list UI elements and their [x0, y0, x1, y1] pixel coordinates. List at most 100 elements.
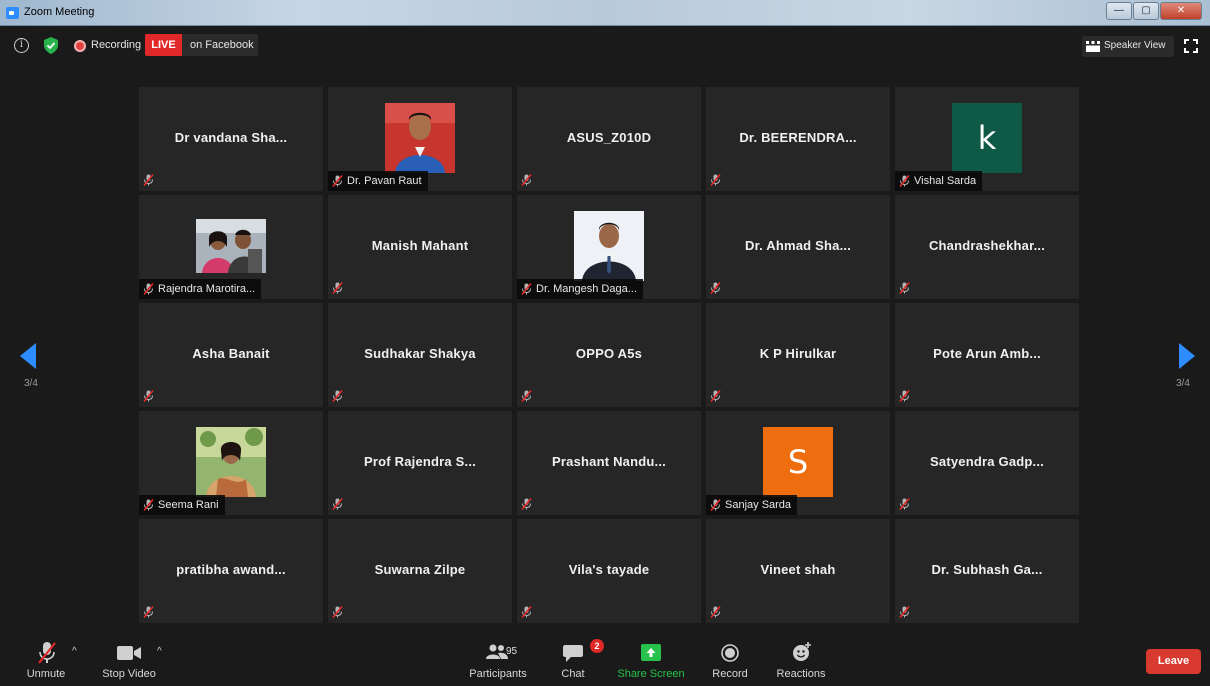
chat-button[interactable]: 2 Chat [548, 636, 604, 686]
live-streaming-badge[interactable]: LIVE on Facebook [145, 34, 258, 56]
participants-button[interactable]: 95 Participants [466, 636, 530, 686]
record-icon [721, 644, 739, 662]
reactions-smiley-icon [793, 642, 811, 661]
chat-bubble-icon [563, 645, 583, 662]
fullscreen-icon[interactable] [1184, 39, 1198, 53]
leave-meeting-button[interactable]: Leave [1146, 649, 1201, 674]
participant-name: Asha Banait [192, 346, 270, 361]
window-titlebar: Zoom Meeting — ▢ ✕ [0, 0, 1210, 26]
participant-tile[interactable]: Vila's tayade [517, 519, 701, 623]
record-button[interactable]: Record [706, 636, 754, 686]
muted-mic-icon [521, 173, 532, 187]
participant-nametag: Vishal Sarda [895, 171, 983, 191]
share-screen-icon [641, 644, 661, 661]
participant-tile[interactable]: Suwarna Zilpe [328, 519, 512, 623]
participant-nametag: Rajendra Marotira... [139, 279, 262, 299]
recording-icon[interactable] [74, 40, 86, 52]
muted-mic-icon [332, 605, 343, 619]
participant-tile[interactable]: Dr. Subhash Ga... [895, 519, 1079, 623]
participant-tile[interactable]: OPPO A5s [517, 303, 701, 407]
participant-name: Dr. Pavan Raut [347, 175, 422, 187]
muted-mic-icon [143, 173, 154, 187]
participant-name: Seema Rani [158, 499, 219, 511]
maximize-button[interactable]: ▢ [1133, 2, 1159, 20]
participant-tile[interactable]: Rajendra Marotira... [139, 195, 323, 299]
live-label: LIVE [145, 34, 182, 56]
video-options-caret-icon[interactable]: ^ [157, 646, 162, 657]
muted-mic-icon [899, 389, 910, 403]
zoom-app-icon [6, 7, 19, 19]
meeting-info-icon[interactable]: i [14, 38, 29, 53]
participant-nametag: Seema Rani [139, 495, 225, 515]
participant-profile-photo [574, 211, 644, 281]
participant-tile[interactable]: Vineet shah [706, 519, 890, 623]
participant-name: Vishal Sarda [914, 175, 977, 187]
participant-profile-photo [196, 219, 266, 273]
participant-tile[interactable]: Chandrashekhar... [895, 195, 1079, 299]
participant-name: Dr. Subhash Ga... [931, 562, 1043, 577]
muted-mic-icon [143, 605, 154, 619]
participant-tile[interactable]: Seema Rani [139, 411, 323, 515]
record-label: Record [712, 668, 748, 680]
participant-tile[interactable]: Pote Arun Amb... [895, 303, 1079, 407]
share-screen-label: Share Screen [617, 668, 685, 680]
participants-icon [486, 644, 508, 659]
participant-tile[interactable]: Satyendra Gadp... [895, 411, 1079, 515]
participant-name: Vila's tayade [568, 562, 650, 577]
participant-name: Prashant Nandu... [552, 454, 666, 469]
muted-mic-icon [710, 173, 721, 187]
muted-mic-icon [332, 389, 343, 403]
participant-tile[interactable]: Dr vandana Sha... [139, 87, 323, 191]
muted-mic-icon [521, 605, 532, 619]
share-screen-button[interactable]: Share Screen [616, 636, 686, 686]
muted-mic-icon [899, 281, 910, 295]
participant-name: Dr vandana Sha... [174, 130, 288, 145]
participant-name: Sanjay Sarda [725, 499, 792, 511]
stop-video-label: Stop Video [102, 668, 156, 680]
participant-profile-photo [196, 427, 266, 497]
participant-tile[interactable]: Dr. Ahmad Sha... [706, 195, 890, 299]
participant-tile[interactable]: pratibha awand... [139, 519, 323, 623]
gallery-grid: Dr vandana Sha... Dr. Pavan Raut ASUS_Z010… [139, 87, 1079, 625]
participant-name: Dr. Ahmad Sha... [744, 238, 852, 253]
encryption-shield-icon[interactable] [44, 37, 58, 54]
participant-name: Pote Arun Amb... [933, 346, 1041, 361]
muted-mic-icon [899, 497, 910, 511]
participant-tile[interactable]: Manish Mahant [328, 195, 512, 299]
participant-tile[interactable]: Prashant Nandu... [517, 411, 701, 515]
close-button[interactable]: ✕ [1160, 2, 1202, 20]
participant-tile[interactable]: Sudhakar Shakya [328, 303, 512, 407]
participant-name: Prof Rajendra S... [364, 454, 476, 469]
previous-page-arrow-icon[interactable] [20, 343, 38, 369]
participant-tile[interactable]: S Sanjay Sarda [706, 411, 890, 515]
audio-options-caret-icon[interactable]: ^ [72, 646, 77, 657]
muted-mic-icon [710, 498, 721, 512]
minimize-button[interactable]: — [1106, 2, 1132, 20]
muted-mic-icon [332, 497, 343, 511]
speaker-view-button[interactable]: Speaker View [1082, 36, 1174, 57]
participant-tile[interactable]: Dr. Pavan Raut [328, 87, 512, 191]
muted-mic-icon [710, 389, 721, 403]
next-page-arrow-icon[interactable] [1177, 343, 1195, 369]
participant-name: Satyendra Gadp... [930, 454, 1044, 469]
stop-video-button[interactable]: Stop Video [98, 636, 160, 686]
participant-tile[interactable]: k Vishal Sarda [895, 87, 1079, 191]
participant-tile[interactable]: Asha Banait [139, 303, 323, 407]
muted-microphone-icon [38, 642, 56, 664]
participant-name: Vineet shah [760, 562, 836, 577]
participant-tile[interactable]: K P Hirulkar [706, 303, 890, 407]
participant-tile[interactable]: Dr. Mangesh Daga... [517, 195, 701, 299]
recording-label: Recording [91, 39, 142, 51]
participant-name: OPPO A5s [575, 346, 643, 361]
participant-name: Rajendra Marotira... [158, 283, 256, 295]
chat-label: Chat [561, 668, 585, 680]
reactions-button[interactable]: Reactions [772, 636, 830, 686]
muted-mic-icon [521, 497, 532, 511]
participant-profile-photo [385, 103, 455, 173]
participant-tile[interactable]: ASUS_Z010D [517, 87, 701, 191]
unmute-button[interactable]: Unmute [20, 636, 72, 686]
participant-tile[interactable]: Dr. BEERENDRA... [706, 87, 890, 191]
participant-tile[interactable]: Prof Rajendra S... [328, 411, 512, 515]
muted-mic-icon [332, 174, 343, 188]
window-controls: — ▢ ✕ [1105, 2, 1202, 20]
